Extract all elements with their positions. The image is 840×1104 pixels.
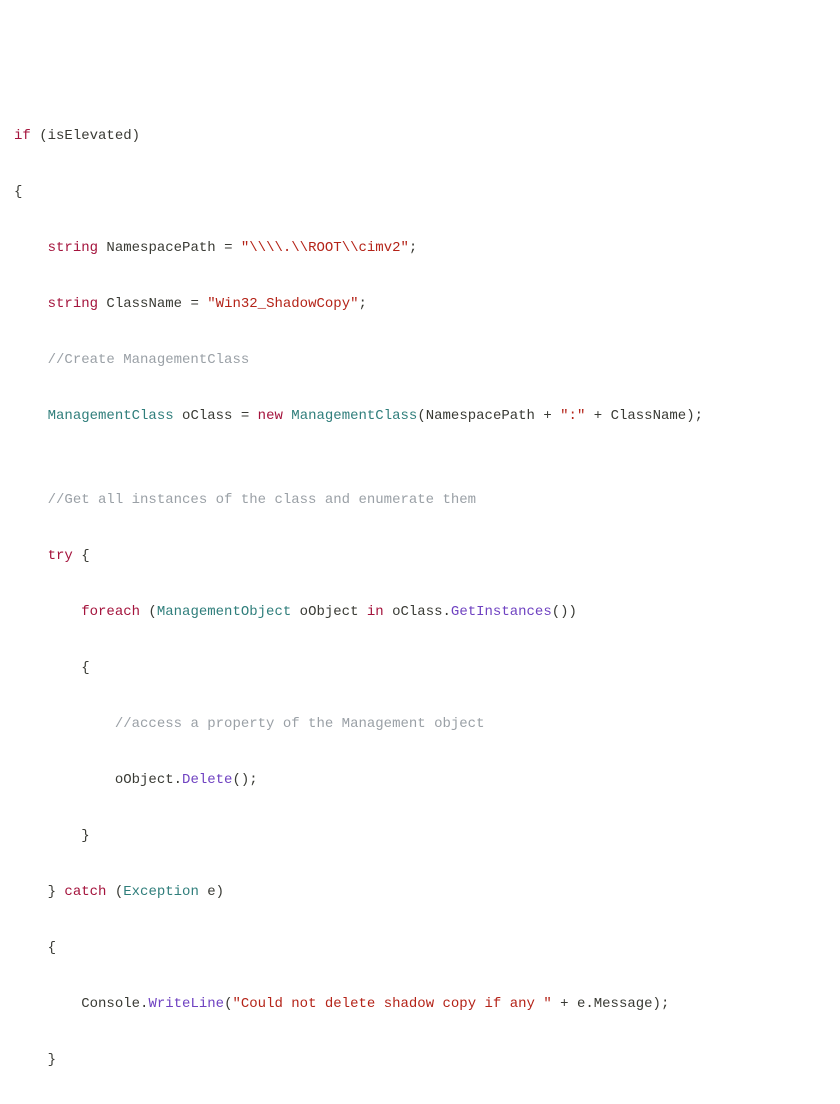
type-name: Exception [123, 884, 199, 900]
string-literal: "\\\\.\\ROOT\\cimv2" [241, 240, 409, 256]
comment: //access a property of the Management ob… [115, 716, 485, 732]
keyword-foreach: foreach [81, 604, 140, 620]
brace: } [48, 1052, 56, 1068]
paren: ( [106, 884, 123, 900]
code-line: //access a property of the Management ob… [14, 710, 826, 738]
code-line: try { [14, 542, 826, 570]
type-name: ManagementObject [157, 604, 291, 620]
brace: { [48, 940, 56, 956]
method-name: GetInstances [451, 604, 552, 620]
brace: { [81, 660, 89, 676]
semicolon: ; [409, 240, 417, 256]
string-literal: "Could not delete shadow copy if any " [232, 996, 551, 1012]
code-line: } catch (Exception e) [14, 878, 826, 906]
keyword-in: in [367, 604, 384, 620]
string-literal: "Win32_ShadowCopy" [207, 296, 358, 312]
code-line: string ClassName = "Win32_ShadowCopy"; [14, 290, 826, 318]
paren: ( [224, 996, 232, 1012]
identifier: oObject [291, 604, 367, 620]
text: Console. [81, 996, 148, 1012]
type-name: ManagementClass [48, 408, 174, 424]
code-line: { [14, 654, 826, 682]
keyword-catch: catch [64, 884, 106, 900]
code-line: { [14, 178, 826, 206]
keyword-try: try [48, 548, 73, 564]
text: ()) [552, 604, 577, 620]
code-line: { [14, 934, 826, 962]
code-line: //Get all instances of the class and enu… [14, 486, 826, 514]
method-name: WriteLine [148, 996, 224, 1012]
keyword-string: string [48, 296, 98, 312]
code-line: if (isElevated) [14, 122, 826, 150]
code-line: Console.WriteLine("Could not delete shad… [14, 990, 826, 1018]
text: + ClassName); [585, 408, 703, 424]
operator: = [224, 240, 241, 256]
text: oObject. [115, 772, 182, 788]
text: (); [232, 772, 257, 788]
keyword-string: string [48, 240, 98, 256]
text: (NamespacePath + [417, 408, 560, 424]
text: (isElevated) [31, 128, 140, 144]
identifier: NamespacePath [98, 240, 224, 256]
code-line: } [14, 822, 826, 850]
code-line: foreach (ManagementObject oObject in oCl… [14, 598, 826, 626]
method-name: Delete [182, 772, 232, 788]
comment: //Get all instances of the class and enu… [48, 492, 476, 508]
brace: { [73, 548, 90, 564]
text: + e.Message); [552, 996, 670, 1012]
brace: } [81, 828, 89, 844]
operator: = [190, 296, 207, 312]
string-literal: ":" [560, 408, 585, 424]
operator: = [241, 408, 258, 424]
code-line: string NamespacePath = "\\\\.\\ROOT\\cim… [14, 234, 826, 262]
semicolon: ; [359, 296, 367, 312]
code-line: oObject.Delete(); [14, 766, 826, 794]
keyword-if: if [14, 128, 31, 144]
identifier: oClass [174, 408, 241, 424]
code-line: } [14, 1046, 826, 1074]
paren: ( [140, 604, 157, 620]
keyword-new: new [258, 408, 283, 424]
text: e) [199, 884, 224, 900]
brace: } [48, 884, 65, 900]
comment: //Create ManagementClass [48, 352, 250, 368]
type-name: ManagementClass [291, 408, 417, 424]
code-line: //Create ManagementClass [14, 346, 826, 374]
brace: { [14, 184, 22, 200]
code-line: ManagementClass oClass = new ManagementC… [14, 402, 826, 430]
identifier: ClassName [98, 296, 190, 312]
text: oClass. [384, 604, 451, 620]
